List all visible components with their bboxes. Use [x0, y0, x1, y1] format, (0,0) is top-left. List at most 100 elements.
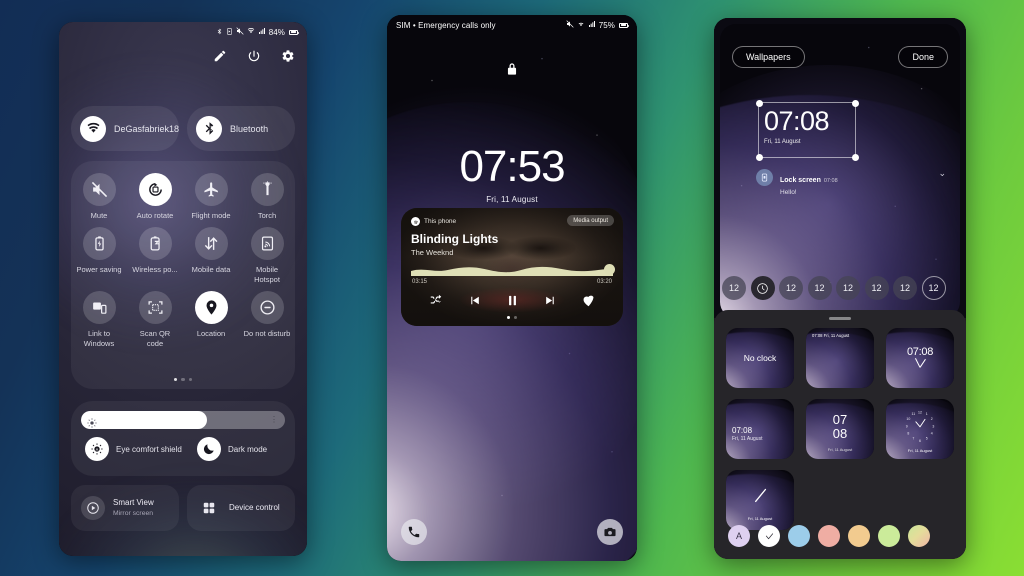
phone-quick-settings: 84% DeGasfabriek18 Bluetooth Mute Auto r…	[59, 22, 307, 556]
auto-color-swatch[interactable]: A	[728, 525, 750, 547]
page-dot[interactable]	[173, 377, 178, 381]
tile-power-saving[interactable]: Power saving	[71, 227, 127, 284]
selected-swatch[interactable]	[758, 525, 780, 547]
preview-notification[interactable]: Lock screen 07:08 Hello! ⌄	[756, 169, 946, 196]
shuffle-button[interactable]	[428, 292, 444, 308]
resize-handle[interactable]	[851, 153, 859, 161]
auto-rotate-icon	[138, 173, 172, 206]
svg-text:7: 7	[912, 436, 914, 440]
favorite-button[interactable]	[580, 292, 596, 308]
thumbnail-label: No clock	[743, 353, 777, 363]
sheet-grabber[interactable]	[829, 317, 851, 320]
thumbnail-date: Fri, 11 August	[827, 447, 853, 453]
resize-handle[interactable]	[755, 153, 763, 161]
done-button[interactable]: Done	[898, 46, 948, 68]
tile-mute[interactable]: Mute	[71, 173, 127, 220]
location-pin-icon	[194, 291, 228, 325]
thumbnail-stacked[interactable]: 07 08 Fri, 11 August	[806, 399, 874, 459]
svg-text:9: 9	[906, 425, 908, 429]
multi-swatch[interactable]	[908, 525, 930, 547]
bluetooth-icon	[216, 28, 223, 37]
page-dot[interactable]	[507, 316, 511, 319]
next-button[interactable]	[542, 292, 558, 308]
media-progress-knob[interactable]	[604, 264, 615, 275]
camera-shortcut[interactable]	[597, 519, 623, 545]
cast-play-icon	[81, 496, 105, 520]
clock-style-option[interactable]: 12	[779, 276, 803, 300]
thumbnail-minimal-hand[interactable]: Fri, 11 August	[726, 470, 794, 530]
svg-text:6: 6	[919, 439, 921, 443]
thumbnail-no-clock[interactable]: No clock	[726, 328, 794, 388]
brightness-slider[interactable]: ⋮	[81, 411, 285, 429]
thumbnail-tiny-top[interactable]: 07:08 Fri, 11 August	[806, 328, 874, 388]
battery-icon	[289, 29, 300, 35]
page-dot[interactable]	[513, 316, 517, 319]
clock-style-option-analog[interactable]	[750, 276, 775, 300]
kebab-menu-icon[interactable]: ⋮	[270, 416, 278, 424]
resize-handle[interactable]	[851, 99, 859, 107]
thumbnail-left-aligned[interactable]: 07:08 Fri, 11 August	[726, 399, 794, 459]
tile-scan-qr-code[interactable]: Scan QR code	[127, 291, 183, 348]
phone-wallpaper-picker: Wallpapers Done 07:08 Fri, 11 August Loc…	[714, 18, 966, 559]
tile-auto-rotate[interactable]: Auto rotate	[127, 173, 183, 220]
phone-shortcut[interactable]	[401, 519, 427, 545]
dnd-icon	[250, 291, 284, 325]
orange-swatch[interactable]	[848, 525, 870, 547]
device-control-card[interactable]: Device control	[187, 485, 295, 531]
previous-button[interactable]	[466, 292, 482, 308]
tile-do-not-disturb[interactable]: Do not disturb	[239, 291, 295, 348]
clock-style-option[interactable]: 12	[807, 276, 832, 300]
quick-settings-tiles-card: Mute Auto rotate Flight mode Torch Power…	[71, 161, 295, 389]
tile-label: Flight mode	[191, 211, 231, 220]
thumbnail-label-group: 07:08 Fri, 11 August	[732, 426, 762, 442]
notification-body: Hello!	[780, 189, 797, 196]
tile-torch[interactable]: Torch	[239, 173, 295, 220]
blue-swatch[interactable]	[788, 525, 810, 547]
page-dot[interactable]	[181, 377, 185, 381]
tile-location[interactable]: Location	[183, 291, 239, 348]
power-button[interactable]	[246, 48, 262, 64]
clock-style-option[interactable]: 12	[722, 276, 746, 300]
wifi-icon	[577, 20, 585, 30]
mobile-data-icon	[194, 227, 228, 261]
clock-style-option[interactable]: 12	[836, 276, 860, 300]
quick-settings-actions	[212, 48, 296, 64]
media-progress-wave[interactable]	[411, 264, 613, 276]
tile-mobile-data[interactable]: Mobile data	[183, 227, 239, 284]
edit-button[interactable]	[212, 48, 228, 64]
media-output-button[interactable]: Media output	[567, 215, 614, 226]
green-swatch[interactable]	[878, 525, 900, 547]
wifi-toggle[interactable]: DeGasfabriek18	[71, 106, 180, 151]
thumbnail-analog-overlay[interactable]: 07:08	[886, 328, 954, 388]
clock-style-option[interactable]: 12	[864, 276, 889, 300]
brightness-fill	[81, 411, 208, 429]
clock-style-option-selected[interactable]: 12	[921, 276, 946, 300]
wallpapers-button[interactable]: Wallpapers	[732, 46, 805, 68]
hotspot-icon	[250, 227, 284, 261]
tile-flight-mode[interactable]: Flight mode	[183, 173, 239, 220]
bluetooth-toggle[interactable]: Bluetooth	[187, 106, 295, 151]
chevron-down-icon[interactable]: ⌄	[938, 169, 946, 178]
smart-view-card[interactable]: Smart View Mirror screen	[71, 485, 179, 531]
media-controls	[401, 292, 623, 308]
thumbnail-analog-numerals[interactable]: 12 1 2 3 45 6 78 9 10 11 Fri, 11 August	[886, 399, 954, 459]
media-source: This phone	[411, 217, 456, 226]
pink-swatch[interactable]	[818, 525, 840, 547]
media-total-time: 03:20	[596, 279, 612, 285]
device-control-title: Device control	[229, 502, 280, 512]
analog-hands-icon	[914, 358, 926, 368]
lock-screen: SIM • Emergency calls only 75% 07:53 Fri…	[387, 15, 637, 561]
pause-button[interactable]	[504, 292, 520, 308]
dark-mode-toggle[interactable]: Dark mode	[183, 437, 295, 461]
tile-mobile-hotspot[interactable]: Mobile Hotspot	[239, 227, 295, 284]
device-control-text: Device control	[229, 503, 280, 514]
settings-button[interactable]	[280, 48, 296, 64]
tile-link-to-windows[interactable]: Link to Windows	[71, 291, 127, 348]
preview-inner: Wallpapers Done 07:08 Fri, 11 August Loc…	[720, 24, 960, 318]
tile-wireless-power[interactable]: Wireless po...	[127, 227, 183, 284]
eye-comfort-shield-toggle[interactable]: A Eye comfort shield	[71, 437, 183, 461]
clock-style-option[interactable]: 12	[893, 276, 917, 300]
resize-handle[interactable]	[755, 99, 763, 107]
page-dot[interactable]	[188, 377, 193, 381]
media-source-label: This phone	[424, 218, 457, 225]
